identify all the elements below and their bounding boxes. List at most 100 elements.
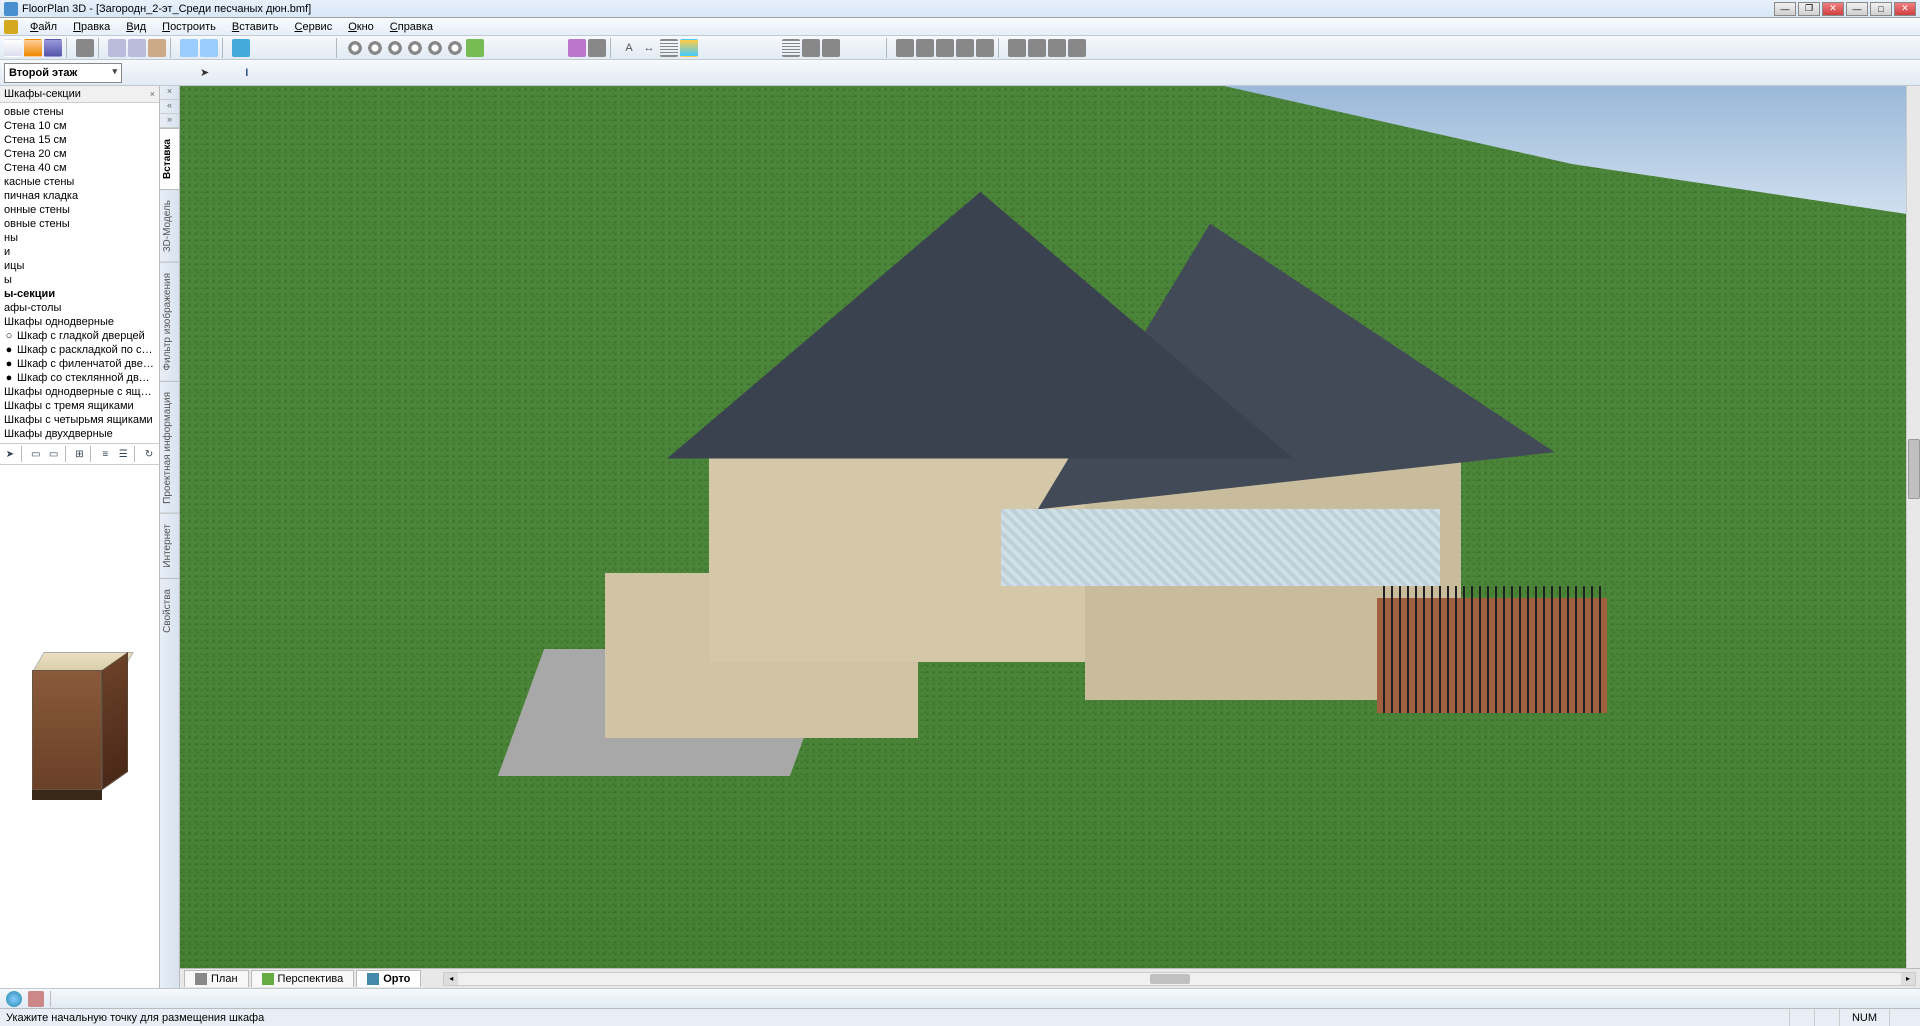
text-tool-icon[interactable]: A: [620, 39, 638, 57]
catalog-item[interactable]: ы-секции: [0, 287, 159, 301]
vtab-collapse-icon[interactable]: «: [160, 100, 179, 114]
refresh-icon[interactable]: [466, 39, 484, 57]
pointer-icon[interactable]: ➤: [200, 66, 209, 79]
catalog-item[interactable]: Шкафы с тремя ящиками: [0, 399, 159, 413]
menu-view[interactable]: Вид: [118, 20, 154, 34]
viewport-vscroll[interactable]: [1906, 86, 1920, 968]
catalog-item[interactable]: ы: [0, 273, 159, 287]
dimension-icon[interactable]: ↔: [640, 39, 658, 57]
view-tab-орто[interactable]: Орто: [356, 970, 421, 987]
catalog-item[interactable]: Шкафы двухдверные: [0, 427, 159, 441]
print-icon[interactable]: [76, 39, 94, 57]
snap-icon[interactable]: [802, 39, 820, 57]
cat-add-icon[interactable]: ▭: [46, 446, 62, 462]
paste-icon[interactable]: [148, 39, 166, 57]
menu-build[interactable]: Построить: [154, 20, 224, 34]
catalog-item[interactable]: ● Шкаф со стеклянной дверцей: [0, 371, 159, 385]
catalog-item[interactable]: Стена 10 см: [0, 119, 159, 133]
catalog-item[interactable]: Стена 20 см: [0, 147, 159, 161]
cat-folder-icon[interactable]: ▭: [28, 446, 44, 462]
floor-selector[interactable]: Второй этаж: [4, 63, 122, 83]
catalog-item[interactable]: Шкафы с четырьмя ящиками: [0, 413, 159, 427]
catalog-item[interactable]: ицы: [0, 259, 159, 273]
minimize-icon[interactable]: —: [1774, 2, 1796, 16]
align-middle-icon[interactable]: [976, 39, 994, 57]
align-center-icon[interactable]: [916, 39, 934, 57]
side-tab-0[interactable]: Вставка: [160, 128, 179, 189]
catalog-item[interactable]: онные стены: [0, 203, 159, 217]
restore-icon[interactable]: ❐: [1798, 2, 1820, 16]
help-icon[interactable]: [232, 39, 250, 57]
hscroll-right-icon[interactable]: ▸: [1901, 973, 1915, 985]
vtab-close-icon[interactable]: ×: [160, 86, 179, 100]
catalog-item[interactable]: Стена 40 см: [0, 161, 159, 175]
mdi-icon[interactable]: [4, 20, 18, 34]
copy-icon[interactable]: [128, 39, 146, 57]
zoom-window-icon[interactable]: [386, 39, 404, 57]
layers-icon[interactable]: [680, 39, 698, 57]
viewport-hscroll[interactable]: ◂ ▸: [443, 972, 1916, 986]
catalog-item[interactable]: касные стены: [0, 175, 159, 189]
menu-service[interactable]: Сервис: [287, 20, 341, 34]
side-tab-4[interactable]: Интернет: [160, 513, 179, 578]
minimize2-icon[interactable]: —: [1846, 2, 1868, 16]
catalog-item[interactable]: овые стены: [0, 105, 159, 119]
grid-icon[interactable]: [782, 39, 800, 57]
undo-icon[interactable]: [180, 39, 198, 57]
ortho-icon[interactable]: [822, 39, 840, 57]
render-icon[interactable]: [568, 39, 586, 57]
hscroll-left-icon[interactable]: ◂: [444, 973, 458, 985]
catalog-item[interactable]: овные стены: [0, 217, 159, 231]
redo-icon[interactable]: [200, 39, 218, 57]
side-tab-1[interactable]: 3D-Модель: [160, 189, 179, 262]
distribute-v-icon[interactable]: [1028, 39, 1046, 57]
close-inner-icon[interactable]: ✕: [1822, 2, 1844, 16]
zoom-out-icon[interactable]: [366, 39, 384, 57]
catalog-item[interactable]: афы-столы: [0, 301, 159, 315]
cat-copy-icon[interactable]: ⊞: [72, 446, 88, 462]
cat-back-icon[interactable]: ➤: [2, 446, 18, 462]
menu-window[interactable]: Окно: [340, 20, 382, 34]
new-icon[interactable]: [4, 39, 22, 57]
zoom-previous-icon[interactable]: [446, 39, 464, 57]
cat-refresh-icon[interactable]: ↻: [141, 446, 157, 462]
catalog-item[interactable]: Шкафы однодверные с ящиком: [0, 385, 159, 399]
align-top-icon[interactable]: [956, 39, 974, 57]
catalog-item[interactable]: и: [0, 245, 159, 259]
zoom-extents-icon[interactable]: [426, 39, 444, 57]
bt-furniture-icon[interactable]: [28, 991, 44, 1007]
maximize-icon[interactable]: □: [1870, 2, 1892, 16]
hatch-icon[interactable]: [660, 39, 678, 57]
catalog-list[interactable]: овые стеныСтена 10 смСтена 15 смСтена 20…: [0, 103, 159, 443]
door-tool-icon[interactable]: I: [245, 67, 248, 79]
catalog-item[interactable]: Шкафы однодверные: [0, 315, 159, 329]
panel-close-icon[interactable]: ×: [150, 89, 155, 99]
zoom-fit-icon[interactable]: [406, 39, 424, 57]
catalog-item[interactable]: ● Шкаф с раскладкой по стеклу: [0, 343, 159, 357]
render-settings-icon[interactable]: [588, 39, 606, 57]
zoom-in-icon[interactable]: [346, 39, 364, 57]
catalog-item[interactable]: ● Шкаф с филенчатой дверцей: [0, 357, 159, 371]
align-left-icon[interactable]: [896, 39, 914, 57]
align-right-icon[interactable]: [936, 39, 954, 57]
save-icon[interactable]: [44, 39, 62, 57]
menu-insert[interactable]: Вставить: [224, 20, 287, 34]
menu-file[interactable]: Файл: [22, 20, 65, 34]
catalog-item[interactable]: ○ Шкаф с гладкой дверцей: [0, 329, 159, 343]
distribute-h-icon[interactable]: [1008, 39, 1026, 57]
catalog-item[interactable]: Стена 15 см: [0, 133, 159, 147]
space-h-icon[interactable]: [1048, 39, 1066, 57]
bt-globe-icon[interactable]: [6, 991, 22, 1007]
cut-icon[interactable]: [108, 39, 126, 57]
cat-list-icon[interactable]: ≡: [97, 446, 113, 462]
menu-edit[interactable]: Правка: [65, 20, 118, 34]
side-tab-3[interactable]: Проектная информация: [160, 381, 179, 514]
side-tab-5[interactable]: Свойства: [160, 578, 179, 643]
open-icon[interactable]: [24, 39, 42, 57]
catalog-item[interactable]: пичная кладка: [0, 189, 159, 203]
viewport-3d[interactable]: [180, 86, 1920, 968]
vtab-expand-icon[interactable]: »: [160, 114, 179, 128]
view-tab-план[interactable]: План: [184, 970, 249, 987]
view-tab-перспектива[interactable]: Перспектива: [251, 970, 355, 987]
space-v-icon[interactable]: [1068, 39, 1086, 57]
